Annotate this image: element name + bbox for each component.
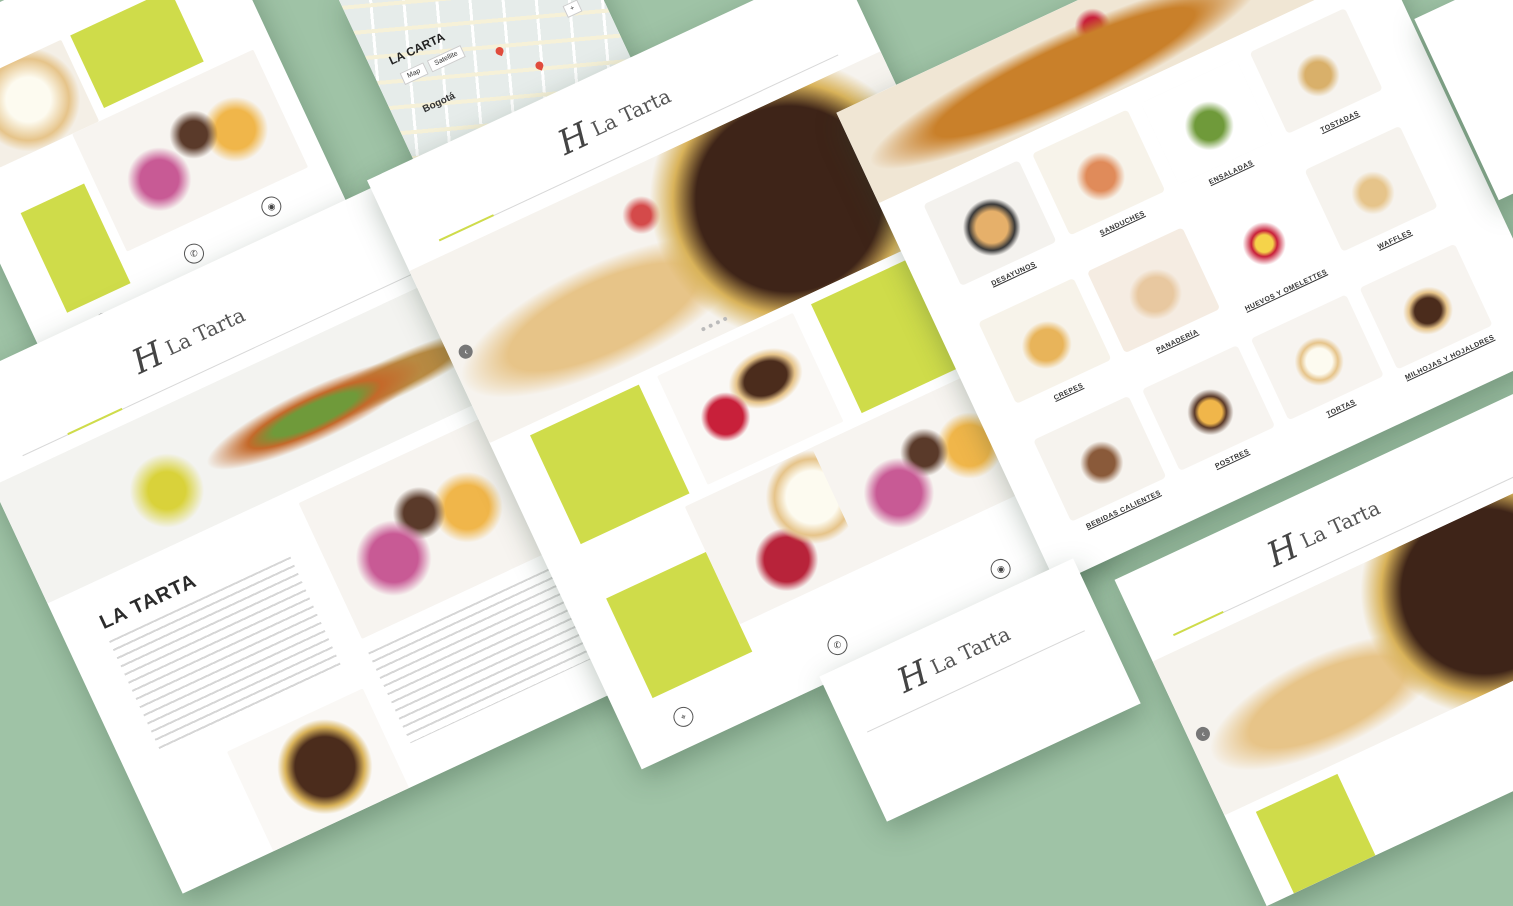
brand-wordmark: La Tarta <box>587 83 675 142</box>
instagram-icon: ◉ <box>987 555 1014 583</box>
phone-icon: ✆ <box>180 240 208 267</box>
brand-wordmark: La Tarta <box>926 621 1014 680</box>
chocolate-cake-photo <box>226 688 410 852</box>
brand-wordmark: La Tarta <box>1296 495 1384 554</box>
brand-logo[interactable]: H La Tarta <box>552 76 678 164</box>
phone-icon: ✆ <box>824 631 851 659</box>
instagram-icon: ◉ <box>258 193 285 220</box>
brand-logo[interactable]: H La Tarta <box>126 295 252 383</box>
brand-wordmark: La Tarta <box>161 302 249 361</box>
location-icon: ⌖ <box>670 703 697 731</box>
